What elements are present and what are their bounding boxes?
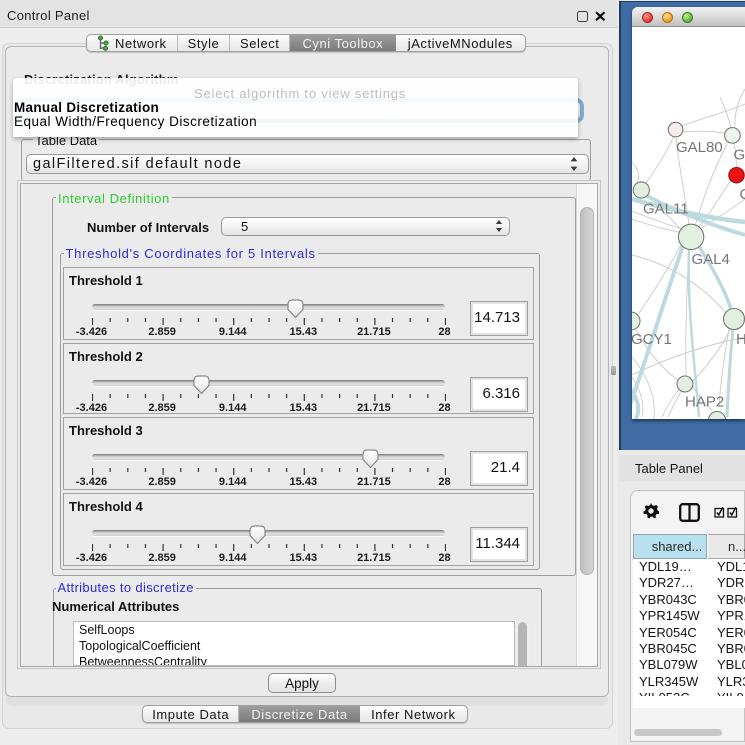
svg-text:GCY1: GCY1 bbox=[632, 331, 672, 348]
svg-text:C: C bbox=[740, 186, 745, 203]
svg-text:GA: GA bbox=[734, 147, 745, 164]
svg-text:HA: HA bbox=[736, 331, 745, 348]
svg-text:GAL80: GAL80 bbox=[676, 139, 723, 156]
svg-text:HAP2: HAP2 bbox=[685, 394, 724, 411]
svg-text:GAL4: GAL4 bbox=[692, 251, 730, 268]
svg-text:GAL11: GAL11 bbox=[643, 201, 689, 218]
